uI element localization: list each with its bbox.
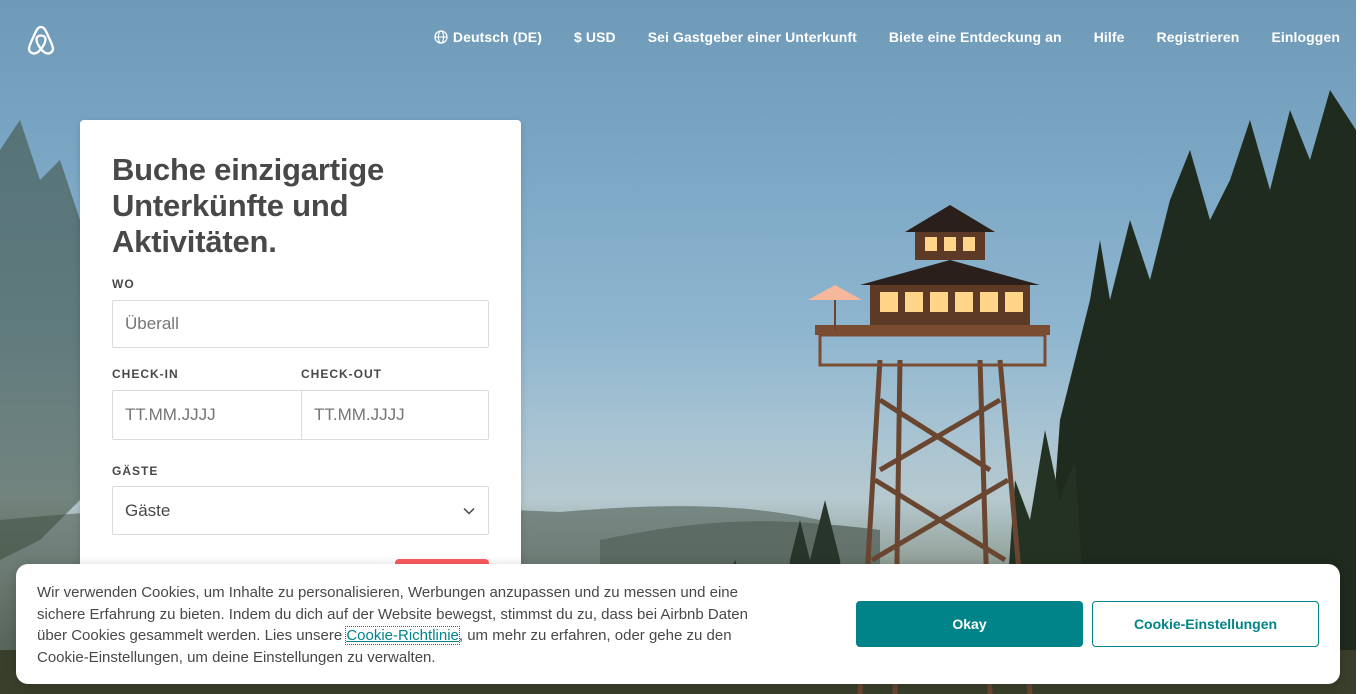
where-input[interactable] — [112, 300, 489, 348]
become-host-link[interactable]: Sei Gastgeber einer Unterkunft — [648, 29, 857, 45]
cookie-banner: Wir verwenden Cookies, um Inhalte zu per… — [16, 564, 1340, 684]
page-edge — [1356, 0, 1366, 694]
globe-icon — [434, 30, 448, 44]
help-link[interactable]: Hilfe — [1094, 29, 1125, 45]
checkin-date-input[interactable] — [112, 390, 302, 440]
checkout-date-input[interactable] — [301, 390, 489, 440]
currency-selector[interactable]: $ USD — [574, 29, 616, 45]
guests-dropdown[interactable]: Gäste — [112, 486, 489, 535]
signup-link[interactable]: Registrieren — [1157, 29, 1240, 45]
checkout-label: Check-out — [301, 367, 382, 381]
cookie-notice-text: Wir verwenden Cookies, um Inhalte zu per… — [37, 582, 749, 668]
airbnb-logo-icon[interactable] — [25, 24, 57, 56]
search-card: Buche einzigartige Unterkünfte und Aktiv… — [80, 120, 521, 607]
guests-label: Gäste — [112, 464, 159, 478]
host-experience-link[interactable]: Biete eine Entdeckung an — [889, 29, 1062, 45]
guests-value: Gäste — [125, 500, 171, 520]
checkin-label: Check-in — [112, 367, 179, 381]
login-link[interactable]: Einloggen — [1271, 29, 1340, 45]
cookie-okay-button[interactable]: Okay — [856, 601, 1083, 647]
cookie-policy-link[interactable]: Cookie-Richtlinie — [345, 626, 460, 645]
where-label: Wo — [112, 277, 135, 291]
cookie-settings-button[interactable]: Cookie-Einstellungen — [1092, 601, 1319, 647]
language-label: Deutsch (DE) — [452, 29, 542, 45]
chevron-down-icon — [462, 504, 476, 518]
search-card-title: Buche einzigartige Unterkünfte und Aktiv… — [112, 152, 385, 259]
nav-menu: Deutsch (DE) $ USD Sei Gastgeber einer U… — [434, 29, 1340, 45]
language-selector[interactable]: Deutsch (DE) — [434, 29, 542, 45]
top-navigation-bar: Deutsch (DE) $ USD Sei Gastgeber einer U… — [0, 0, 1356, 80]
